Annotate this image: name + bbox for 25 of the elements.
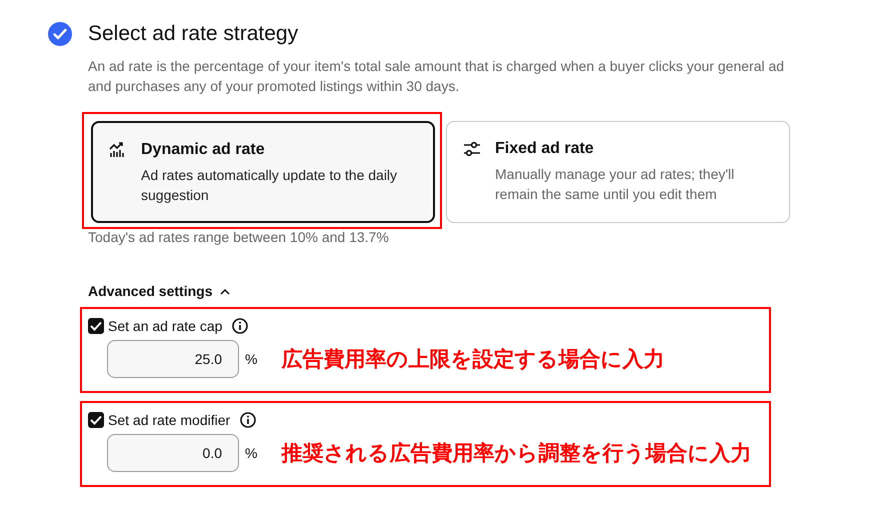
section-description: An ad rate is the percentage of your item's total sale amount that is charged when a buyer clicks your general ad and purchases any of your promoted listings within 30 days. [88, 57, 786, 96]
annotation-text: 広告費用率の上限を設定する場合に入力 [281, 346, 664, 373]
range-note: Today's ad rates range between 10% and 13.7% [88, 229, 390, 245]
strategy-title: Dynamic ad rate [141, 141, 266, 159]
rate-input[interactable]: 0.0 [107, 434, 239, 472]
checkbox[interactable] [88, 412, 104, 428]
rate-input[interactable]: 25.0 [107, 340, 239, 378]
strategy-card[interactable]: Dynamic ad rate Ad rates automatically update to the daily suggestion [91, 121, 435, 223]
caret-icon [220, 288, 230, 294]
section-title: Select ad rate strategy [88, 22, 298, 46]
setting-label: Set ad rate modifier [108, 412, 230, 428]
info-icon[interactable] [232, 318, 248, 334]
strategy-card[interactable]: Fixed ad rate Manually manage your ad rates; they'll remain the same until you edit them [446, 121, 790, 223]
unit-label: % [245, 351, 258, 367]
advanced-settings-toggle[interactable]: Advanced settings [88, 283, 230, 299]
unit-label: % [245, 445, 258, 461]
setting-label: Set an ad rate cap [108, 318, 222, 334]
strategy-title: Fixed ad rate [495, 140, 595, 158]
annotation-text: 推奨される広告費用率から調整を行う場合に入力 [281, 440, 752, 467]
info-icon[interactable] [240, 412, 256, 428]
checkbox[interactable] [88, 318, 104, 334]
strategy-description: Ad rates automatically update to the daily suggestion [141, 166, 398, 205]
strategy-description: Manually manage your ad rates; they'll remain the same until you edit them [495, 165, 736, 204]
chart-arrows-icon [109, 142, 127, 158]
sliders-icon [463, 141, 481, 157]
